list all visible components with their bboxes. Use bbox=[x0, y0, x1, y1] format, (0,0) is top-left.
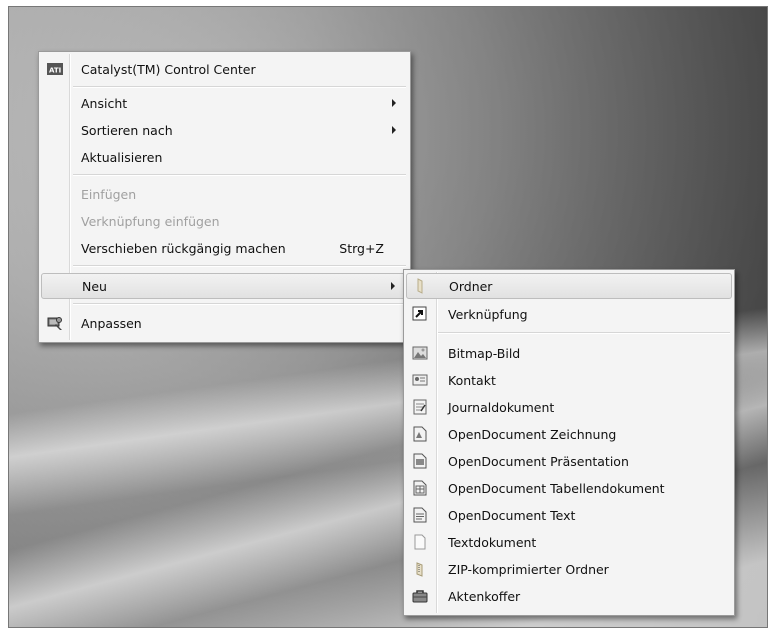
text-document-icon bbox=[412, 534, 428, 550]
opendocument-spreadsheet-icon bbox=[412, 480, 428, 496]
submenu-arrow-icon bbox=[392, 126, 396, 134]
submenu-item-journaldokument[interactable]: Journaldokument bbox=[406, 394, 732, 420]
contact-icon bbox=[412, 372, 428, 388]
submenu-item-label: OpenDocument Tabellendokument bbox=[448, 480, 665, 496]
submenu-item-label: OpenDocument Präsentation bbox=[448, 453, 629, 469]
menu-separator bbox=[73, 265, 406, 267]
menu-item-label: Catalyst(TM) Control Center bbox=[81, 61, 256, 77]
submenu-item-textdokument[interactable]: Textdokument bbox=[406, 529, 732, 555]
submenu-item-label: Aktenkoffer bbox=[448, 588, 521, 604]
menu-item-shortcut: Strg+Z bbox=[339, 240, 384, 256]
submenu-arrow-icon bbox=[391, 282, 395, 290]
menu-item-label: Neu bbox=[82, 278, 107, 294]
menu-separator bbox=[73, 174, 406, 176]
desktop-background[interactable]: ATI Catalyst(TM) Control Center Ansicht … bbox=[8, 6, 768, 628]
ati-logo-icon: ATI bbox=[47, 61, 63, 77]
submenu-item-opendocument-praesentation[interactable]: OpenDocument Präsentation bbox=[406, 448, 732, 474]
menu-item-ansicht[interactable]: Ansicht bbox=[41, 90, 408, 116]
submenu-arrow-icon bbox=[392, 99, 396, 107]
submenu-item-label: OpenDocument Zeichnung bbox=[448, 426, 617, 442]
menu-item-anpassen[interactable]: Anpassen bbox=[41, 310, 408, 336]
menu-item-label: Sortieren nach bbox=[81, 122, 173, 138]
opendocument-drawing-icon bbox=[412, 426, 428, 442]
personalize-icon bbox=[47, 315, 63, 331]
menu-item-label: Verschieben rückgängig machen bbox=[81, 240, 286, 256]
folder-icon bbox=[413, 278, 429, 294]
submenu-item-bitmap-bild[interactable]: Bitmap-Bild bbox=[406, 340, 732, 366]
submenu-item-zip-komprimierter-ordner[interactable]: ZIP-komprimierter Ordner bbox=[406, 556, 732, 582]
menu-separator bbox=[438, 332, 730, 334]
bitmap-image-icon bbox=[412, 345, 428, 361]
submenu-item-label: ZIP-komprimierter Ordner bbox=[448, 561, 609, 577]
menu-item-catalyst-control-center[interactable]: ATI Catalyst(TM) Control Center bbox=[41, 56, 408, 82]
new-submenu: Ordner Verknüpfung Bitmap-Bild Kontakt J… bbox=[403, 269, 735, 616]
briefcase-icon bbox=[412, 588, 428, 604]
submenu-item-label: Textdokument bbox=[448, 534, 537, 550]
menu-item-label: Ansicht bbox=[81, 95, 128, 111]
menu-item-label: Aktualisieren bbox=[81, 149, 163, 165]
menu-item-einfuegen[interactable]: Einfügen bbox=[41, 181, 408, 207]
desktop-context-menu: ATI Catalyst(TM) Control Center Ansicht … bbox=[38, 51, 411, 343]
menu-item-label: Einfügen bbox=[81, 186, 137, 202]
menu-item-aktualisieren[interactable]: Aktualisieren bbox=[41, 144, 408, 170]
opendocument-presentation-icon bbox=[412, 453, 428, 469]
opendocument-text-icon bbox=[412, 507, 428, 523]
submenu-item-opendocument-zeichnung[interactable]: OpenDocument Zeichnung bbox=[406, 421, 732, 447]
journal-document-icon bbox=[412, 399, 428, 415]
menu-separator bbox=[73, 303, 406, 305]
menu-item-verknuepfung-einfuegen[interactable]: Verknüpfung einfügen bbox=[41, 208, 408, 234]
menu-item-verschieben-rueckgaengig[interactable]: Verschieben rückgängig machen Strg+Z bbox=[41, 235, 408, 261]
submenu-item-aktenkoffer[interactable]: Aktenkoffer bbox=[406, 583, 732, 609]
svg-text:ATI: ATI bbox=[49, 67, 61, 75]
submenu-item-label: Bitmap-Bild bbox=[448, 345, 521, 361]
shortcut-icon bbox=[412, 306, 428, 322]
submenu-item-label: OpenDocument Text bbox=[448, 507, 576, 523]
menu-item-neu[interactable]: Neu bbox=[41, 273, 408, 299]
menu-separator bbox=[73, 86, 406, 88]
submenu-item-label: Journaldokument bbox=[448, 399, 555, 415]
submenu-item-ordner[interactable]: Ordner bbox=[406, 273, 732, 299]
submenu-item-verknuepfung[interactable]: Verknüpfung bbox=[406, 301, 732, 327]
submenu-item-opendocument-tabellendokument[interactable]: OpenDocument Tabellendokument bbox=[406, 475, 732, 501]
submenu-item-label: Kontakt bbox=[448, 372, 496, 388]
submenu-item-label: Ordner bbox=[449, 278, 493, 294]
submenu-item-kontakt[interactable]: Kontakt bbox=[406, 367, 732, 393]
menu-item-label: Verknüpfung einfügen bbox=[81, 213, 220, 229]
menu-item-sortieren-nach[interactable]: Sortieren nach bbox=[41, 117, 408, 143]
zip-folder-icon bbox=[412, 561, 428, 577]
submenu-item-label: Verknüpfung bbox=[448, 306, 528, 322]
submenu-item-opendocument-text[interactable]: OpenDocument Text bbox=[406, 502, 732, 528]
menu-item-label: Anpassen bbox=[81, 315, 142, 331]
